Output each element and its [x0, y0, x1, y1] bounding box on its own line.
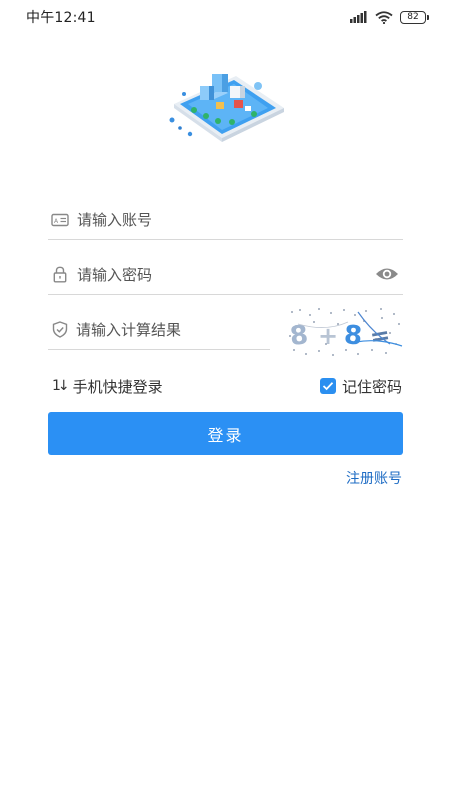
status-time: 中午12:41 [26, 10, 96, 26]
captcha-digit-1: 8 [288, 320, 309, 352]
captcha-image[interactable]: 8 + 8 = [286, 306, 404, 358]
id-card-icon: A [51, 211, 69, 229]
eye-icon[interactable] [375, 266, 399, 282]
captcha-input[interactable] [76, 310, 270, 349]
captcha-field [48, 310, 270, 350]
register-link[interactable]: 注册账号 [346, 468, 402, 488]
wifi-icon [375, 10, 393, 24]
password-field [48, 255, 403, 295]
remember-checkbox[interactable] [319, 378, 336, 394]
shield-icon [51, 321, 68, 339]
battery-level: 82 [407, 11, 419, 22]
phone-quick-login[interactable]: 1↓ 手机快捷登录 [52, 375, 163, 397]
status-bar: 中午12:41 82 [0, 0, 450, 34]
signal-icon [350, 11, 367, 23]
smart-city-illustration [169, 74, 284, 142]
login-screen: 中午12:41 82 A 请输入账号 请输入计算结果 8 + 8 = 1↓ 手机… [0, 0, 450, 800]
swap-arrows-icon: 1↓ [52, 378, 70, 394]
remember-label: 记住密码 [341, 377, 402, 396]
svg-text:A: A [54, 218, 59, 225]
account-field: A [48, 200, 403, 240]
remember-password[interactable]: 记住密码 [319, 375, 402, 397]
account-input[interactable] [77, 200, 403, 239]
check-icon [322, 382, 334, 391]
login-button[interactable]: 登录 [48, 412, 403, 455]
captcha-digit-2: 8 [343, 320, 363, 351]
password-input[interactable] [77, 255, 403, 294]
quick-login-label: 手机快捷登录 [72, 377, 163, 396]
battery-icon: 82 [400, 10, 429, 24]
status-icons: 82 [350, 10, 429, 24]
lock-icon [51, 266, 69, 284]
